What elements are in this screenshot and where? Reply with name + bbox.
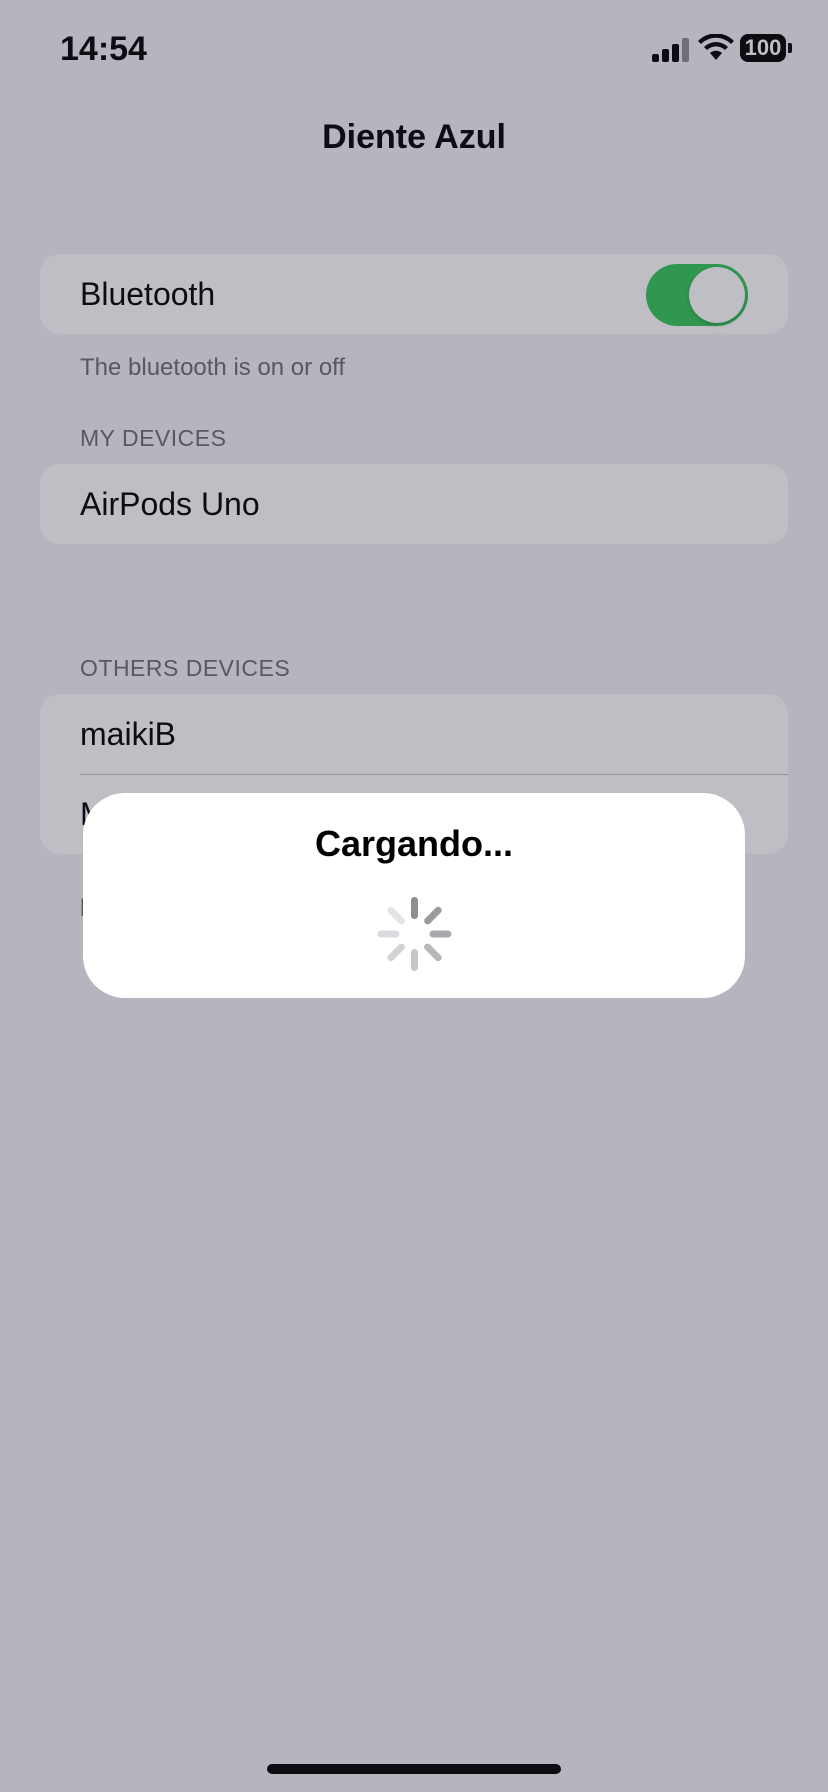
- loading-spinner-icon: [377, 897, 452, 971]
- loading-alert: Cargando...: [83, 793, 745, 998]
- spinner-bar: [385, 942, 407, 963]
- spinner-bar: [422, 905, 444, 926]
- spinner-bar: [385, 905, 407, 926]
- spinner-bar: [422, 942, 444, 963]
- spinner-bar: [411, 897, 418, 919]
- spinner-bar: [411, 949, 418, 971]
- spinner-bar: [377, 930, 400, 938]
- alert-title: Cargando...: [314, 823, 514, 864]
- screen: 14:54 100 Diente Azul Bluetooth The blue…: [0, 0, 828, 1792]
- spinner-bar: [429, 930, 452, 938]
